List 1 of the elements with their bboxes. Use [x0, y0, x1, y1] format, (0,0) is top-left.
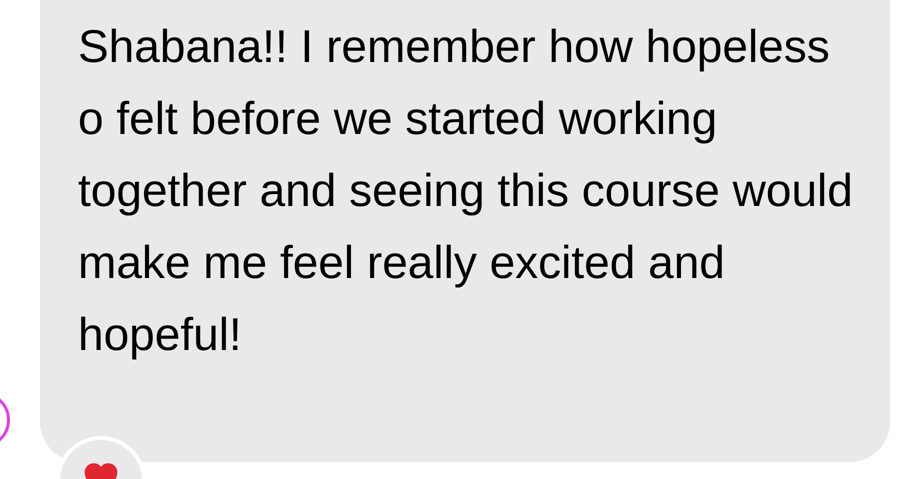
message-text: Shabana!! I remember how hopeless o felt before we started working together and seeing this course would make me feel really excited and hopeful! — [78, 19, 854, 362]
